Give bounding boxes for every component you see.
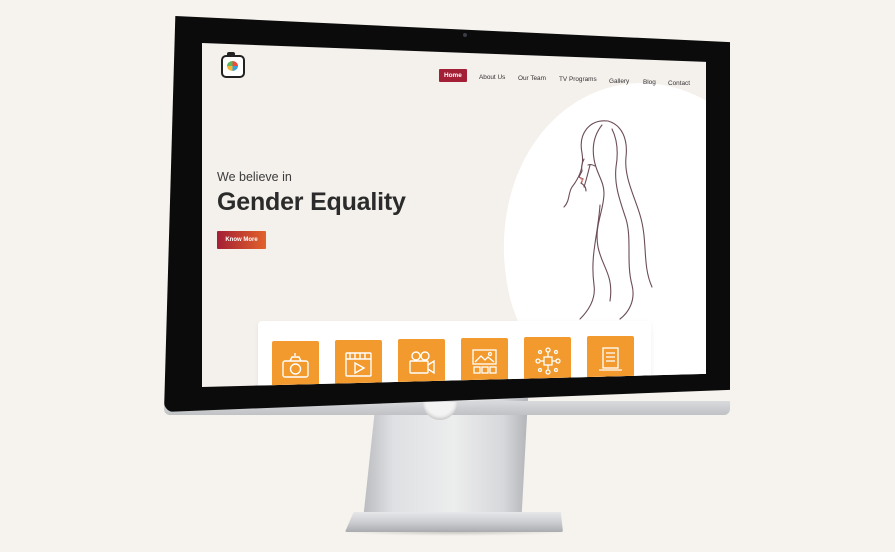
hero-subtitle: We believe in — [217, 170, 292, 184]
service-tile-photography[interactable] — [272, 341, 319, 387]
camera-icon — [282, 353, 309, 378]
gallery-icon — [472, 349, 497, 374]
nav-item-blog[interactable]: Blog — [643, 79, 656, 86]
nav-item-about-us[interactable]: About Us — [479, 74, 505, 81]
hero-title: Gender Equality — [217, 188, 406, 216]
woman-illustration — [563, 120, 653, 320]
nav-item-home[interactable]: Home — [439, 69, 467, 82]
video-camera-icon — [409, 351, 435, 375]
website-screen: Home About Us Our Team TV Programs Galle… — [202, 43, 706, 387]
site-logo[interactable] — [221, 52, 245, 78]
know-more-button[interactable]: Know More — [217, 231, 266, 249]
video-player-icon — [345, 352, 372, 377]
network-icon — [535, 347, 561, 375]
document-icon — [599, 347, 622, 371]
webcam-icon — [463, 33, 467, 37]
nav-item-tv-programs[interactable]: TV Programs — [559, 76, 597, 83]
nav-item-contact[interactable]: Contact — [668, 80, 690, 87]
main-navigation: Home About Us Our Team TV Programs Galle… — [439, 69, 699, 89]
service-tile-video[interactable] — [335, 340, 382, 387]
nav-item-our-team[interactable]: Our Team — [518, 75, 546, 82]
service-tile-film[interactable] — [398, 339, 445, 387]
monitor-stand-base — [345, 512, 563, 532]
camera-top-icon — [227, 52, 235, 56]
nav-item-gallery[interactable]: Gallery — [609, 78, 629, 85]
camera-lens-icon — [227, 61, 238, 71]
